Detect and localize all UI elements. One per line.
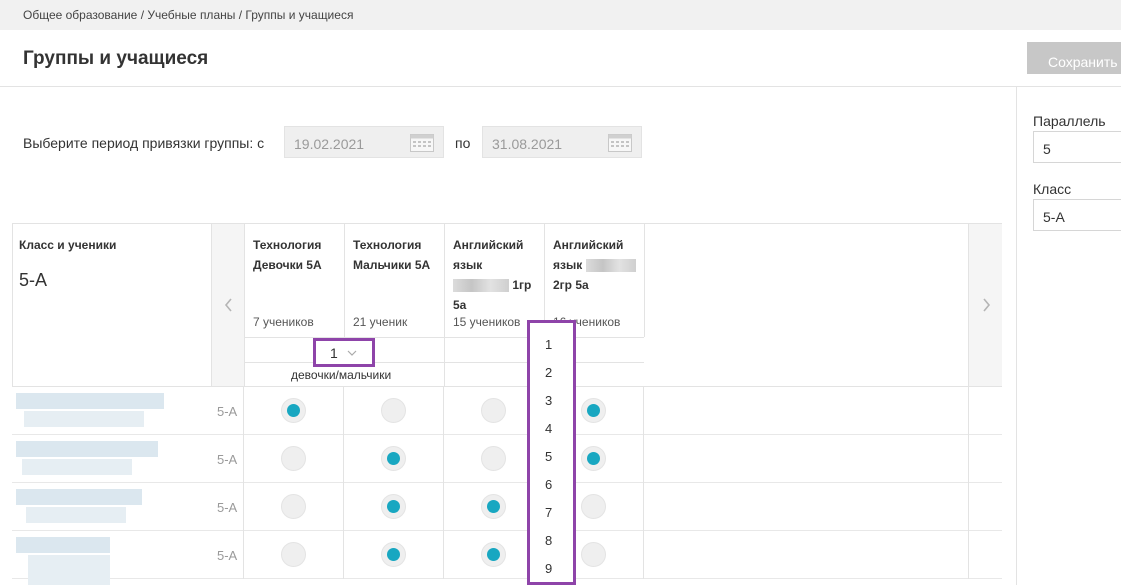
student-row: 5-А xyxy=(12,435,1002,483)
student-name-redacted xyxy=(28,555,110,585)
period-to-label: по xyxy=(455,135,471,151)
scroll-right-button[interactable] xyxy=(968,224,1002,386)
date-from-input[interactable]: 19.02.2021 xyxy=(284,126,444,158)
date-to-input[interactable]: 31.08.2021 xyxy=(482,126,642,158)
group-radio[interactable] xyxy=(381,446,406,471)
student-class: 5-А xyxy=(217,404,238,419)
group-number-value: 1 xyxy=(330,345,338,361)
student-row: 5-А xyxy=(12,387,1002,435)
page-title: Группы и учащиеся xyxy=(23,48,209,69)
group-column-name: Английский язык 2гр 5а xyxy=(553,235,641,295)
student-name-redacted xyxy=(16,489,142,505)
group-radio[interactable] xyxy=(481,446,506,471)
group-column-name: Технология Девочки 5А xyxy=(253,238,322,272)
dropdown-option[interactable]: 7 xyxy=(545,505,552,520)
chevron-down-icon xyxy=(347,350,357,356)
group-number-dropdown: 1 2 3 4 5 6 7 8 9 xyxy=(527,320,576,585)
student-name-redacted xyxy=(16,537,110,553)
redacted-text xyxy=(585,259,636,273)
class-name: 5-А xyxy=(19,270,48,290)
dropdown-option[interactable]: 3 xyxy=(545,393,552,408)
group-column-count: 21 ученик xyxy=(353,315,408,329)
group-radio[interactable] xyxy=(281,494,306,519)
dropdown-option[interactable]: 5 xyxy=(545,449,552,464)
group-radio[interactable] xyxy=(381,542,406,567)
group-column-name: Технология Мальчики 5А xyxy=(353,238,431,272)
chevron-right-icon xyxy=(983,298,991,312)
breadcrumb-item-plans[interactable]: Учебные планы xyxy=(147,8,235,22)
breadcrumb-separator: / xyxy=(238,8,243,22)
student-name-redacted xyxy=(24,411,144,427)
breadcrumb-item-general[interactable]: Общее образование xyxy=(23,8,137,22)
student-name-redacted xyxy=(16,393,164,409)
student-row: 5-А xyxy=(12,531,1002,585)
student-class: 5-А xyxy=(217,500,238,515)
chevron-left-icon xyxy=(224,298,232,312)
group-select-row: 1 девочки/мальчики xyxy=(245,337,644,386)
scroll-left-button[interactable] xyxy=(211,224,245,386)
dropdown-option[interactable]: 2 xyxy=(545,365,552,380)
redacted-text xyxy=(453,279,509,293)
class-select[interactable]: 5-А xyxy=(1033,199,1121,231)
group-radio[interactable] xyxy=(581,446,606,471)
group-radio[interactable] xyxy=(481,494,506,519)
student-row: 5-А xyxy=(12,483,1002,531)
group-column-tech-girls: Технология Девочки 5А 7 учеников xyxy=(245,224,345,337)
student-name-redacted xyxy=(16,441,158,457)
group-column-count: 15 учеников xyxy=(453,315,521,329)
calendar-icon[interactable] xyxy=(608,134,632,155)
group-column-tech-boys: Технология Мальчики 5А 21 ученик xyxy=(345,224,445,337)
group-name-label: девочки/мальчики xyxy=(291,368,392,382)
breadcrumb-separator: / xyxy=(140,8,145,22)
group-radio[interactable] xyxy=(481,542,506,567)
group-radio[interactable] xyxy=(481,398,506,423)
date-to-value: 31.08.2021 xyxy=(492,136,563,152)
student-class: 5-А xyxy=(217,452,238,467)
dropdown-option[interactable]: 9 xyxy=(545,561,552,576)
breadcrumb-item-groups[interactable]: Группы и учащиеся xyxy=(245,8,353,22)
group-radio[interactable] xyxy=(381,398,406,423)
parallel-select[interactable]: 5 xyxy=(1033,131,1121,163)
breadcrumb: Общее образование / Учебные планы / Груп… xyxy=(0,0,1121,30)
group-radio[interactable] xyxy=(581,542,606,567)
group-radio[interactable] xyxy=(581,398,606,423)
class-label: Класс xyxy=(1033,181,1072,197)
calendar-icon[interactable] xyxy=(410,134,434,155)
group-number-select[interactable]: 1 xyxy=(313,338,375,367)
group-radio[interactable] xyxy=(281,398,306,423)
dropdown-option[interactable]: 6 xyxy=(545,477,552,492)
period-label: Выберите период привязки группы: с xyxy=(23,135,265,151)
dropdown-option[interactable]: 8 xyxy=(545,533,552,548)
filter-sidebar: Параллель 5 Класс 5-А xyxy=(1016,87,1121,585)
groups-table-header: Класс и ученики 5-А Технология Девочки 5… xyxy=(12,223,1002,387)
divider xyxy=(444,338,445,386)
student-name-redacted xyxy=(22,459,132,475)
dropdown-option[interactable]: 1 xyxy=(545,337,552,352)
group-radio[interactable] xyxy=(281,542,306,567)
class-header-cell: Класс и ученики 5-А xyxy=(13,224,211,386)
parallel-label: Параллель xyxy=(1033,113,1106,129)
class-header-label: Класс и ученики xyxy=(19,238,117,252)
group-column-count: 7 учеников xyxy=(253,315,314,329)
student-class: 5-А xyxy=(217,548,238,563)
group-radio[interactable] xyxy=(281,446,306,471)
group-radio[interactable] xyxy=(381,494,406,519)
student-name-redacted xyxy=(26,507,126,523)
group-column-name-part: Английский язык xyxy=(453,238,524,272)
page-header: Группы и учащиеся Сохранить xyxy=(0,30,1121,87)
group-radio[interactable] xyxy=(581,494,606,519)
group-column-name-part: 2гр 5а xyxy=(553,278,589,292)
dropdown-option[interactable]: 4 xyxy=(545,421,552,436)
date-from-value: 19.02.2021 xyxy=(294,136,365,152)
save-button[interactable]: Сохранить xyxy=(1027,42,1121,74)
group-column-name: Английский язык 1гр 5а xyxy=(453,235,541,315)
